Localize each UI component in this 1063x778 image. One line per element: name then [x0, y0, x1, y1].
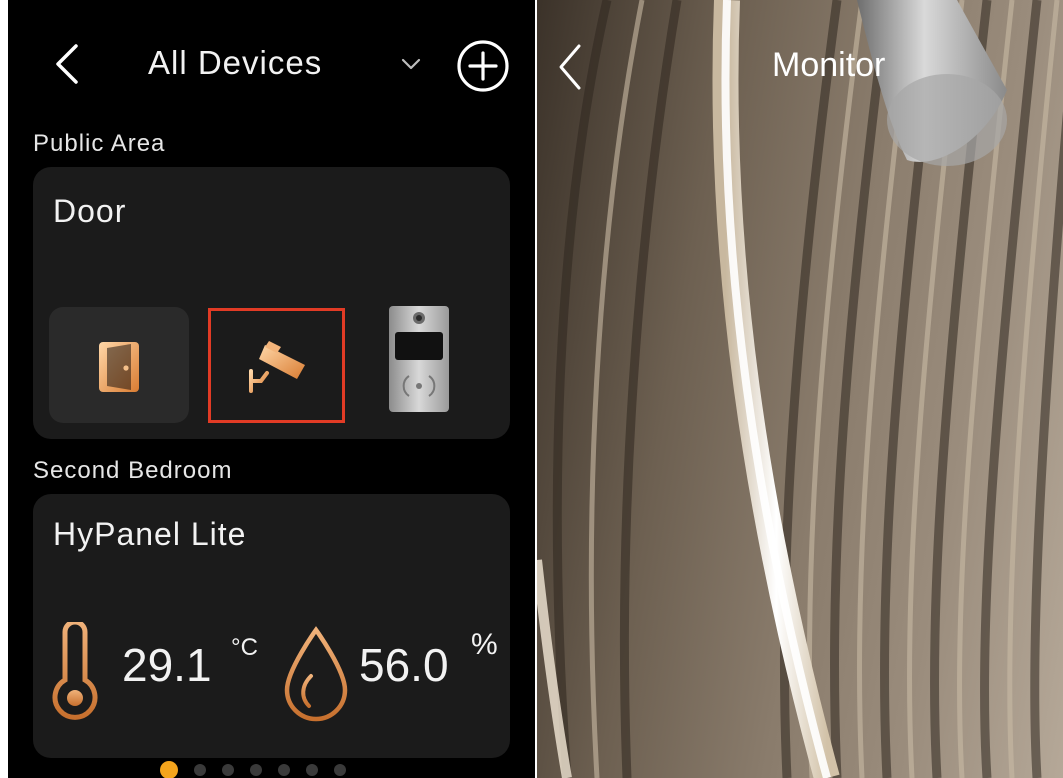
camera-icon — [249, 341, 305, 393]
camera-feed — [537, 0, 1063, 778]
humidity-unit: % — [471, 628, 498, 661]
section-title-public-area: Public Area — [33, 130, 166, 157]
chevron-down-icon[interactable] — [400, 54, 422, 74]
page-dot[interactable] — [222, 764, 234, 776]
devices-panel: All Devices Public Area Door Second Bedr… — [8, 0, 535, 778]
back-arrow-icon[interactable] — [46, 42, 90, 86]
page-dot[interactable] — [334, 764, 346, 776]
temperature-unit: °C — [231, 634, 258, 661]
hypanel-card[interactable]: HyPanel Lite 29.1 °C 56.0 % — [33, 494, 510, 758]
intercom-icon — [389, 306, 449, 412]
humidity-value: 56.0 — [359, 639, 449, 691]
door-tile[interactable] — [49, 307, 189, 423]
page-dot[interactable] — [306, 764, 318, 776]
page-title[interactable]: All Devices — [148, 44, 322, 82]
card-title: HyPanel Lite — [53, 516, 247, 552]
monitor-title: Monitor — [772, 46, 886, 84]
page-dot[interactable] — [160, 761, 178, 778]
temperature-value: 29.1 — [122, 639, 212, 691]
card-title: Door — [53, 193, 127, 229]
back-arrow-icon[interactable] — [555, 42, 585, 92]
door-icon — [99, 342, 139, 392]
add-icon[interactable] — [455, 38, 511, 94]
page-dot[interactable] — [278, 764, 290, 776]
thermometer-icon — [52, 622, 98, 720]
camera-tile[interactable] — [208, 308, 345, 423]
intercom-tile[interactable] — [365, 304, 495, 424]
section-title-second-bedroom: Second Bedroom — [33, 457, 233, 484]
humidity-drop-icon — [284, 626, 348, 722]
page-dot[interactable] — [194, 764, 206, 776]
page-dot[interactable] — [250, 764, 262, 776]
monitor-panel: Monitor — [537, 0, 1063, 778]
page-indicator[interactable] — [160, 761, 346, 778]
door-card[interactable]: Door — [33, 167, 510, 439]
